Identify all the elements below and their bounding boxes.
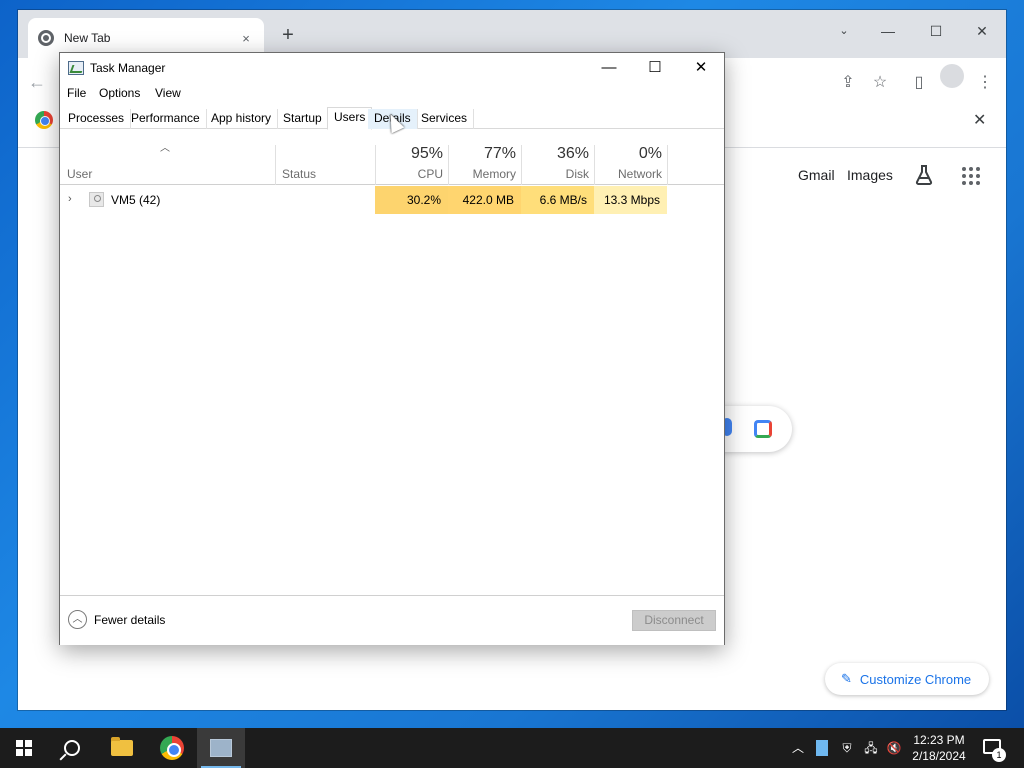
maximize-icon[interactable]: ☐ bbox=[916, 16, 956, 46]
col-header-network[interactable]: Network bbox=[597, 167, 662, 181]
bookmark-star-icon[interactable]: ☆ bbox=[869, 72, 891, 94]
tm-close-icon[interactable]: ✕ bbox=[678, 53, 724, 83]
tab-startup[interactable]: Startup bbox=[277, 109, 329, 129]
taskbar-task-manager[interactable] bbox=[197, 728, 245, 768]
col-header-disk[interactable]: Disk bbox=[524, 167, 589, 181]
network-icon[interactable]: 🖧 bbox=[862, 740, 880, 756]
tray-security-icon[interactable]: ⛨ bbox=[838, 740, 856, 756]
tab-title: New Tab bbox=[64, 31, 111, 45]
user-name: VM5 (42) bbox=[111, 193, 161, 207]
menu-dots-icon[interactable]: ⋮ bbox=[974, 72, 996, 94]
task-manager-app-icon bbox=[68, 61, 84, 75]
cell-network: 13.3 Mbps bbox=[594, 186, 667, 214]
task-manager-window: Task Manager — ☐ ✕ File Options View Pro… bbox=[59, 52, 725, 645]
volume-muted-icon[interactable]: 🔇 bbox=[885, 740, 903, 756]
fewer-details-link[interactable]: Fewer details bbox=[94, 613, 165, 627]
chrome-icon bbox=[160, 736, 184, 760]
customize-chrome-label: Customize Chrome bbox=[859, 671, 972, 687]
windows-logo-icon bbox=[16, 740, 32, 756]
tm-titlebar[interactable]: Task Manager — ☐ ✕ bbox=[60, 53, 724, 83]
taskbar-search-button[interactable] bbox=[48, 728, 96, 768]
tm-minimize-icon[interactable]: — bbox=[586, 53, 632, 83]
tab-processes[interactable]: Processes bbox=[62, 109, 132, 129]
sort-up-icon: ︿ bbox=[160, 143, 170, 154]
images-link[interactable]: Images bbox=[847, 167, 893, 183]
table-row[interactable]: › VM5 (42) 30.2% 422.0 MB 6.6 MB/s 13.3 … bbox=[60, 186, 724, 214]
infobar-close-icon[interactable]: ✕ bbox=[973, 110, 986, 130]
tab-search-icon[interactable]: ⌄ bbox=[824, 16, 864, 46]
share-icon[interactable]: ⇪ bbox=[837, 72, 859, 94]
disk-total-pct: 36% bbox=[556, 145, 589, 162]
customize-chrome-button[interactable]: ✎ Customize Chrome bbox=[825, 663, 989, 695]
col-divider bbox=[594, 145, 595, 185]
tab-users[interactable]: Users bbox=[327, 107, 373, 130]
expand-chevron-icon[interactable]: › bbox=[68, 193, 72, 205]
col-divider bbox=[521, 145, 522, 185]
cell-cpu: 30.2% bbox=[375, 186, 448, 214]
col-header-status[interactable]: Status bbox=[282, 167, 316, 181]
cell-disk: 6.6 MB/s bbox=[521, 186, 594, 214]
clock-time: 12:23 PM bbox=[913, 733, 965, 747]
lens-search-icon[interactable] bbox=[754, 420, 772, 438]
notification-count-badge: 1 bbox=[992, 748, 1006, 762]
cell-memory: 422.0 MB bbox=[448, 186, 521, 214]
tm-footer: ︿ Fewer details Disconnect bbox=[60, 595, 724, 645]
memory-total-pct: 77% bbox=[483, 145, 516, 162]
tm-menubar: File Options View bbox=[60, 83, 724, 103]
menu-options[interactable]: Options bbox=[99, 86, 140, 100]
col-divider bbox=[667, 145, 668, 185]
network-total-pct: 0% bbox=[638, 145, 662, 162]
task-manager-icon bbox=[210, 739, 232, 757]
tab-close-icon[interactable]: × bbox=[238, 31, 254, 46]
cpu-total-pct: 95% bbox=[410, 145, 443, 162]
col-divider bbox=[448, 145, 449, 185]
col-header-user[interactable]: User bbox=[67, 167, 92, 181]
chrome-tab-strip: New Tab × + ⌄ — ☐ ✕ bbox=[18, 10, 1006, 58]
tm-maximize-icon[interactable]: ☐ bbox=[632, 53, 678, 83]
tm-window-title: Task Manager bbox=[90, 61, 166, 75]
disconnect-button[interactable]: Disconnect bbox=[632, 610, 716, 631]
tab-services[interactable]: Services bbox=[415, 109, 475, 129]
col-header-cpu[interactable]: CPU bbox=[378, 167, 443, 181]
start-button[interactable] bbox=[0, 728, 48, 768]
labs-flask-icon[interactable] bbox=[912, 163, 936, 187]
taskbar: ︿ ⛨ 🖧 🔇 12:23 PM 2/18/2024 1 bbox=[0, 728, 1024, 768]
search-icon bbox=[64, 740, 80, 756]
clock-date: 2/18/2024 bbox=[912, 749, 966, 763]
back-arrow-icon[interactable]: ← bbox=[28, 72, 46, 93]
user-icon bbox=[89, 192, 104, 207]
menu-view[interactable]: View bbox=[155, 86, 181, 100]
tray-app-icon[interactable] bbox=[816, 740, 828, 756]
side-panel-icon[interactable]: ▯ bbox=[908, 72, 930, 94]
tab-app-history[interactable]: App history bbox=[205, 109, 279, 129]
tray-overflow-chevron-icon[interactable]: ︿ bbox=[790, 740, 806, 756]
taskbar-file-explorer[interactable] bbox=[98, 728, 146, 768]
close-icon[interactable]: ✕ bbox=[962, 16, 1002, 46]
tab-performance[interactable]: Performance bbox=[125, 109, 207, 129]
taskbar-clock[interactable]: 12:23 PM 2/18/2024 bbox=[904, 732, 974, 764]
menu-file[interactable]: File bbox=[67, 86, 86, 100]
chrome-logo-icon bbox=[35, 111, 53, 129]
col-divider bbox=[275, 145, 276, 185]
chrome-favicon-icon bbox=[38, 30, 54, 46]
col-header-memory[interactable]: Memory bbox=[451, 167, 516, 181]
fewer-details-chevron-icon[interactable]: ︿ bbox=[68, 610, 87, 629]
google-apps-icon[interactable] bbox=[962, 167, 980, 185]
pencil-icon: ✎ bbox=[841, 671, 852, 686]
col-divider bbox=[375, 145, 376, 185]
new-tab-button[interactable]: + bbox=[276, 23, 300, 47]
gmail-link[interactable]: Gmail bbox=[798, 167, 835, 183]
taskbar-chrome[interactable] bbox=[148, 728, 196, 768]
folder-icon bbox=[111, 737, 133, 756]
minimize-icon[interactable]: — bbox=[868, 16, 908, 46]
profile-avatar-icon[interactable] bbox=[940, 64, 964, 88]
